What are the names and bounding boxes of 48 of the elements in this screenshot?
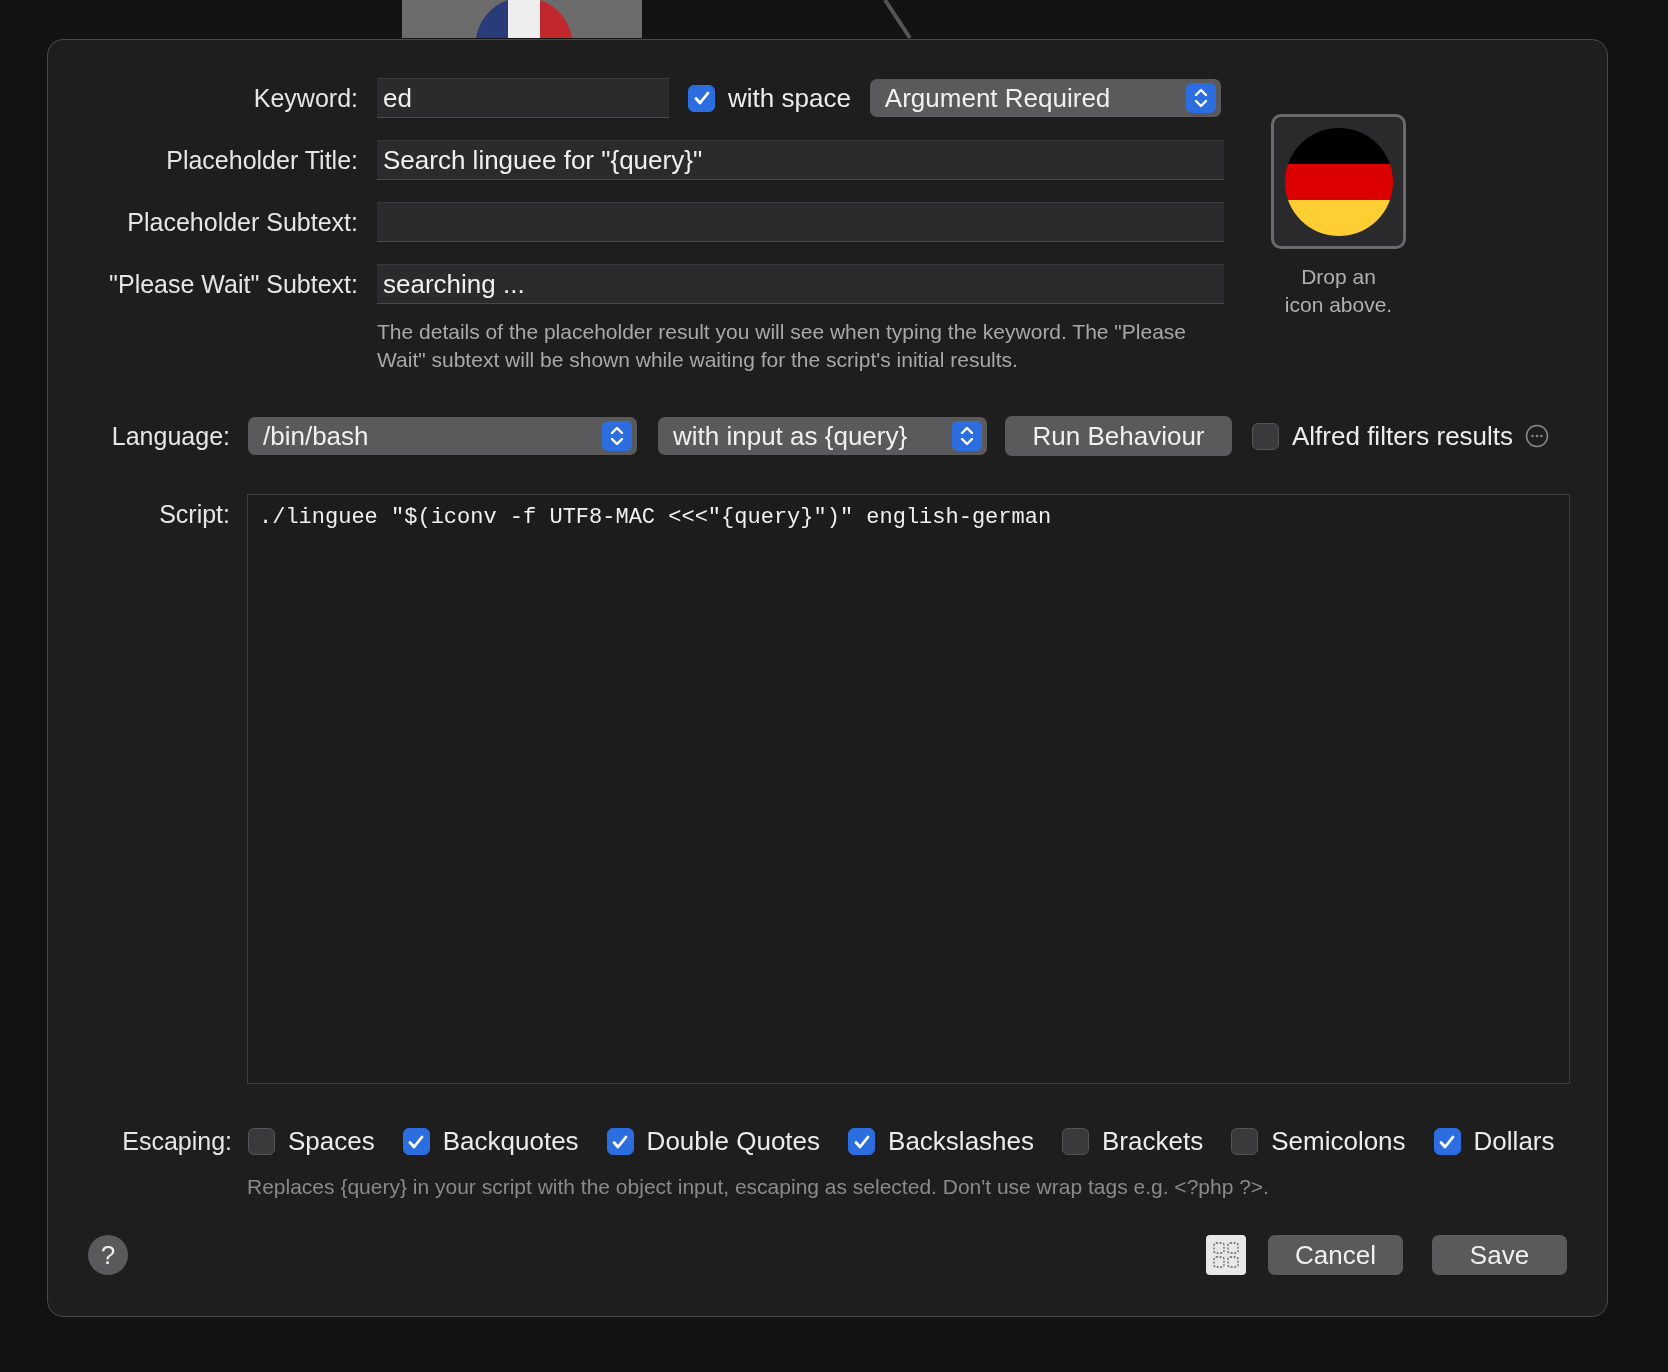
checkbox-label: Alfred filters results [1292, 420, 1514, 452]
stepper-icon [1185, 83, 1216, 113]
checkbox[interactable] [1231, 1128, 1259, 1155]
script-label: Script: [158, 500, 230, 529]
checkbox-label: Backquotes [442, 1126, 579, 1157]
checkbox[interactable] [1062, 1128, 1090, 1155]
stepper-icon [602, 421, 632, 451]
checkbox[interactable] [606, 1128, 634, 1155]
checkbox-label: Semicolons [1271, 1126, 1406, 1157]
checkbox[interactable] [848, 1128, 876, 1155]
run-behaviour-button[interactable]: Run Behaviour [1005, 416, 1232, 456]
icon-caption: Drop an icon above. [1283, 264, 1394, 318]
language-label: Language: [110, 421, 230, 451]
keyword-field[interactable]: ed [377, 78, 669, 118]
input-mode-dropdown[interactable]: with input as {query} [658, 417, 987, 455]
field-label: Placeholder Subtext: [126, 207, 358, 237]
save-button[interactable]: Save [1432, 1235, 1567, 1275]
grid-button[interactable] [1206, 1235, 1246, 1275]
cancel-button[interactable]: Cancel [1268, 1235, 1403, 1275]
text-field[interactable]: searching ... [377, 264, 1224, 304]
text-field[interactable]: Search linguee for "{query}" [377, 140, 1224, 180]
help-button[interactable]: ? [88, 1235, 128, 1275]
grid-icon [1212, 1241, 1240, 1269]
checkbox[interactable] [688, 84, 715, 112]
hint-text: The details of the placeholder result you will see when typing the keyword. The "Please Wait" subtext will be shown while waiting for the script's initial results. [377, 319, 1188, 373]
stepper-icon [952, 421, 982, 451]
checkbox[interactable] [1252, 422, 1279, 450]
script-editor[interactable]: ./linguee "$(iconv -f UTF8-MAC <<<"{query}")" english-german [247, 494, 1570, 1084]
checkbox-label: Dollars [1473, 1126, 1555, 1157]
checkbox-label: Backslashes [888, 1126, 1035, 1157]
text-field[interactable] [377, 202, 1224, 242]
more-icon[interactable] [1525, 424, 1550, 448]
escaping-note: Replaces {query} in your script with the object input, escaping as selected. Don't use wrap tags e.g. <?php ?>. [247, 1175, 1270, 1199]
language-dropdown[interactable]: /bin/bash [248, 417, 637, 455]
checkbox[interactable] [248, 1128, 275, 1155]
checkbox[interactable] [1433, 1128, 1461, 1155]
keyword-label: Keyword: [252, 83, 358, 113]
argument-dropdown[interactable]: Argument Required [869, 79, 1221, 117]
icon-well[interactable] [1271, 114, 1406, 249]
checkbox-label: with space [728, 82, 851, 114]
checkbox-label: Brackets [1102, 1126, 1204, 1157]
flag-icon [1284, 127, 1393, 236]
checkbox[interactable] [402, 1128, 430, 1155]
checkbox-label: Spaces [288, 1126, 375, 1157]
field-label: "Please Wait" Subtext: [108, 269, 358, 299]
escaping-label: Escaping: [121, 1127, 232, 1156]
field-label: Placeholder Title: [165, 145, 358, 175]
checkbox-label: Double Quotes [646, 1126, 821, 1157]
